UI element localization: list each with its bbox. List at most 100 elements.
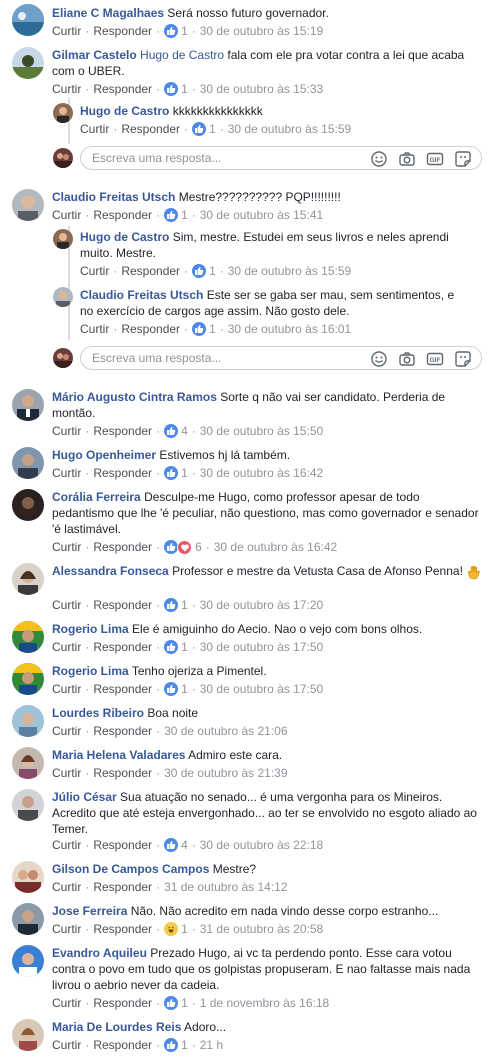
mention-link[interactable]: Hugo de Castro bbox=[140, 48, 224, 62]
avatar[interactable] bbox=[12, 47, 44, 79]
reply-button[interactable]: Responder bbox=[93, 539, 152, 555]
timestamp[interactable]: 30 de outubro às 15:59 bbox=[228, 121, 351, 137]
like-button[interactable]: Curtir bbox=[52, 639, 81, 655]
like-reaction-icon[interactable] bbox=[164, 838, 179, 852]
reaction-count[interactable]: 1 bbox=[181, 921, 188, 937]
like-reaction-icon[interactable] bbox=[192, 264, 207, 278]
avatar[interactable] bbox=[12, 489, 44, 521]
timestamp[interactable]: 30 de outubro às 17:50 bbox=[200, 639, 323, 655]
author-name[interactable]: Lourdes Ribeiro bbox=[52, 706, 144, 720]
timestamp[interactable]: 30 de outubro às 17:20 bbox=[200, 597, 323, 613]
timestamp[interactable]: 30 de outubro às 16:42 bbox=[200, 465, 323, 481]
camera-icon[interactable] bbox=[398, 150, 416, 168]
reaction-count[interactable]: 1 bbox=[181, 681, 188, 697]
reply-button[interactable]: Responder bbox=[93, 879, 152, 895]
timestamp[interactable]: 30 de outubro às 15:59 bbox=[228, 263, 351, 279]
timestamp[interactable]: 30 de outubro às 15:50 bbox=[200, 423, 323, 439]
like-reaction-icon[interactable] bbox=[164, 1038, 179, 1052]
author-name[interactable]: Hugo de Castro bbox=[80, 230, 169, 244]
author-name[interactable]: Mário Augusto Cintra Ramos bbox=[52, 390, 217, 404]
avatar[interactable] bbox=[12, 945, 44, 977]
reaction-count[interactable]: 4 bbox=[181, 837, 188, 853]
timestamp[interactable]: 30 de outubro às 15:41 bbox=[200, 207, 323, 223]
author-name[interactable]: Alessandra Fonseca bbox=[52, 564, 169, 578]
avatar[interactable] bbox=[12, 747, 44, 779]
like-button[interactable]: Curtir bbox=[52, 921, 81, 937]
author-name[interactable]: Jose Ferreira bbox=[52, 904, 127, 918]
like-reaction-icon[interactable] bbox=[164, 640, 179, 654]
author-name[interactable]: Evandro Aquileu bbox=[52, 946, 147, 960]
reply-button[interactable]: Responder bbox=[93, 423, 152, 439]
reply-button[interactable]: Responder bbox=[93, 465, 152, 481]
timestamp[interactable]: 30 de outubro às 15:33 bbox=[200, 81, 323, 97]
reply-button[interactable]: Responder bbox=[93, 639, 152, 655]
avatar[interactable] bbox=[53, 287, 73, 307]
haha-reaction-icon[interactable] bbox=[164, 922, 179, 936]
reply-button[interactable]: Responder bbox=[93, 765, 152, 781]
timestamp[interactable]: 31 de outubro às 20:58 bbox=[200, 921, 323, 937]
like-button[interactable]: Curtir bbox=[52, 837, 81, 853]
reply-button[interactable]: Responder bbox=[121, 321, 180, 337]
emoji-icon[interactable] bbox=[370, 350, 388, 368]
love-reaction-icon[interactable] bbox=[177, 539, 193, 555]
timestamp[interactable]: 1 de novembro às 16:18 bbox=[200, 995, 329, 1011]
avatar[interactable] bbox=[12, 563, 44, 595]
sticker-icon[interactable] bbox=[454, 350, 472, 368]
gif-icon[interactable]: GIF bbox=[426, 150, 444, 168]
gif-icon[interactable]: GIF bbox=[426, 350, 444, 368]
like-button[interactable]: Curtir bbox=[52, 423, 81, 439]
like-button[interactable]: Curtir bbox=[52, 1037, 81, 1053]
avatar[interactable] bbox=[12, 663, 44, 695]
author-name[interactable]: Corália Ferreira bbox=[52, 490, 141, 504]
timestamp[interactable]: 30 de outubro às 21:39 bbox=[164, 765, 287, 781]
avatar[interactable] bbox=[53, 103, 73, 123]
like-reaction-icon[interactable] bbox=[164, 540, 179, 554]
like-button[interactable]: Curtir bbox=[80, 321, 109, 337]
camera-icon[interactable] bbox=[398, 350, 416, 368]
timestamp[interactable]: 30 de outubro às 22:18 bbox=[200, 837, 323, 853]
reply-button[interactable]: Responder bbox=[93, 23, 152, 39]
like-button[interactable]: Curtir bbox=[52, 723, 81, 739]
like-reaction-icon[interactable] bbox=[164, 82, 179, 96]
like-button[interactable]: Curtir bbox=[52, 465, 81, 481]
author-name[interactable]: Claudio Freitas Utsch bbox=[52, 190, 175, 204]
like-reaction-icon[interactable] bbox=[164, 208, 179, 222]
reaction-count[interactable]: 6 bbox=[195, 539, 202, 555]
like-reaction-icon[interactable] bbox=[164, 466, 179, 480]
like-button[interactable]: Curtir bbox=[52, 879, 81, 895]
like-button[interactable]: Curtir bbox=[52, 207, 81, 223]
reaction-count[interactable]: 1 bbox=[181, 597, 188, 613]
like-button[interactable]: Curtir bbox=[52, 681, 81, 697]
author-name[interactable]: Gilmar Castelo bbox=[52, 48, 137, 62]
reaction-count[interactable]: 1 bbox=[181, 465, 188, 481]
author-name[interactable]: Hugo de Castro bbox=[80, 104, 169, 118]
reply-button[interactable]: Responder bbox=[93, 723, 152, 739]
avatar[interactable] bbox=[12, 447, 44, 479]
reaction-count[interactable]: 1 bbox=[209, 321, 216, 337]
avatar[interactable] bbox=[12, 861, 44, 893]
reply-button[interactable]: Responder bbox=[93, 995, 152, 1011]
like-button[interactable]: Curtir bbox=[80, 263, 109, 279]
avatar[interactable] bbox=[12, 903, 44, 935]
reply-input[interactable]: Escreva uma resposta... GIF bbox=[80, 146, 482, 170]
reply-button[interactable]: Responder bbox=[93, 81, 152, 97]
timestamp[interactable]: 30 de outubro às 21:06 bbox=[164, 723, 287, 739]
like-button[interactable]: Curtir bbox=[52, 539, 81, 555]
reaction-count[interactable]: 1 bbox=[181, 207, 188, 223]
reply-button[interactable]: Responder bbox=[93, 597, 152, 613]
like-button[interactable]: Curtir bbox=[52, 81, 81, 97]
avatar[interactable] bbox=[12, 389, 44, 421]
author-name[interactable]: Júlio César bbox=[52, 790, 117, 804]
like-reaction-icon[interactable] bbox=[164, 598, 179, 612]
reaction-count[interactable]: 1 bbox=[181, 81, 188, 97]
reply-button[interactable]: Responder bbox=[93, 681, 152, 697]
author-name[interactable]: Claudio Freitas Utsch bbox=[80, 288, 203, 302]
emoji-icon[interactable] bbox=[370, 150, 388, 168]
author-name[interactable]: Rogerio Lima bbox=[52, 664, 129, 678]
reply-button[interactable]: Responder bbox=[93, 921, 152, 937]
reply-button[interactable]: Responder bbox=[93, 1037, 152, 1053]
reply-input[interactable]: Escreva uma resposta... GIF bbox=[80, 346, 482, 370]
author-name[interactable]: Hugo Openheimer bbox=[52, 448, 156, 462]
timestamp[interactable]: 21 h bbox=[200, 1037, 223, 1053]
like-reaction-icon[interactable] bbox=[192, 122, 207, 136]
